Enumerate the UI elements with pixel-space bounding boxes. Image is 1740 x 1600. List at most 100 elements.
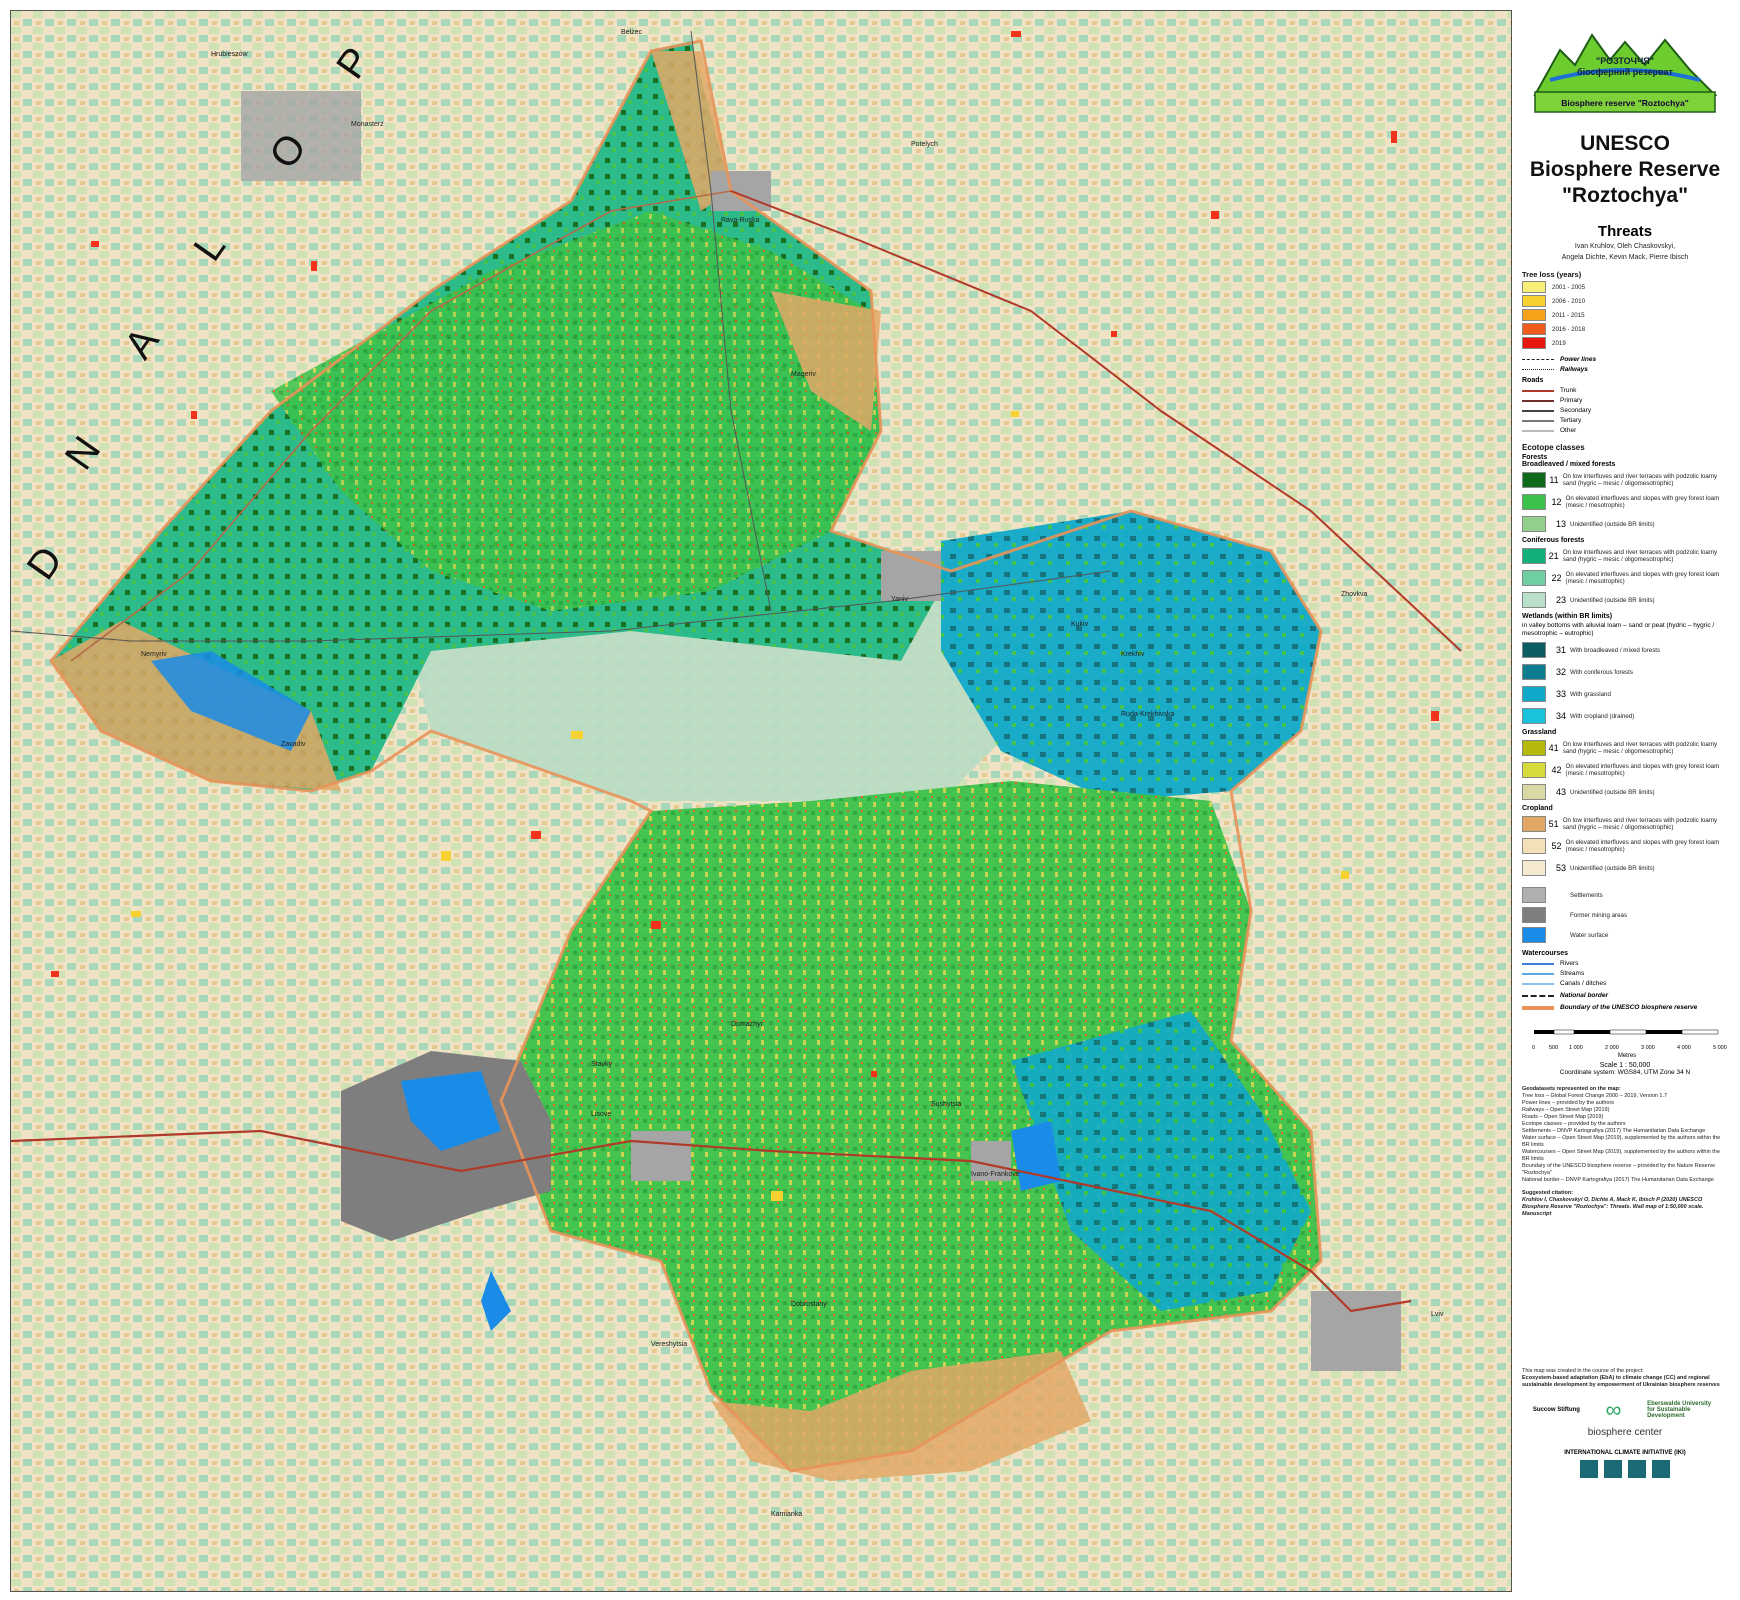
ecotope-row: 43 Unidentified (outside BR limits) <box>1522 782 1732 802</box>
ecotope-swatch <box>1522 686 1546 702</box>
other-class-swatch <box>1522 927 1546 943</box>
place-label: Domazhyr <box>731 1021 763 1028</box>
ecotope-desc: On low interfluves and river terraces wi… <box>1562 473 1718 487</box>
place-label: Potelych <box>911 141 938 148</box>
place-label: Bełżec <box>621 29 643 36</box>
project-name: Ecosystem-based adaptation (EbA) to clim… <box>1522 1375 1720 1388</box>
scale-bar: 0 500 1 000 2 000 3 000 4 000 5 000 Metres <box>1532 1026 1732 1060</box>
tree-loss-row: 2019 <box>1522 337 1732 349</box>
ecotope-code: 41 <box>1548 743 1559 753</box>
road-row: Other <box>1522 426 1732 435</box>
map-title-line1: UNESCO <box>1580 132 1670 155</box>
tree-loss-row: 2006 - 2010 <box>1522 295 1732 307</box>
road-line <box>1522 399 1554 402</box>
authors-line2: Angela Dichte, Kevin Mack, Pierre Ibisch <box>1561 254 1689 261</box>
tree-loss-row: 2011 - 2015 <box>1522 309 1732 321</box>
partner-eberswalde: Eberswalde University for Sustainable De… <box>1647 1401 1712 1419</box>
scale-ticks: 0 500 1 000 2 000 3 000 4 000 5 000 <box>1532 1045 1732 1053</box>
plant-logo-icon <box>1652 1460 1670 1478</box>
infinity-logo-icon: ∞ <box>1605 1397 1622 1422</box>
citation-text: Kruhlov I, Chaskovskyi O, Dichte A, Mack… <box>1522 1197 1704 1217</box>
place-label: Monasterz <box>351 121 384 128</box>
ecotope-swatch <box>1522 494 1546 510</box>
tree-loss-row: 2001 - 2005 <box>1522 281 1732 293</box>
ecotope-code: 22 <box>1551 573 1562 583</box>
place-label: Nemyriv <box>141 651 167 658</box>
ecotope-row: 32 With coniferous forests <box>1522 662 1732 682</box>
national-border-row: National border <box>1522 991 1732 1000</box>
dataset-item: Roads – Open Street Map (2019) <box>1522 1114 1604 1120</box>
coord-system: Coordinate system: WGS84, UTM Zone 34 N <box>1559 1069 1691 1076</box>
place-label: Kukiv <box>1071 621 1089 628</box>
ecotope-desc: With cropland (drained) <box>1570 712 1635 720</box>
ecotope-row: 41 On low interfluves and river terraces … <box>1522 738 1732 758</box>
datasets-block: Geodatasets represented on the map: Tree… <box>1522 1086 1728 1218</box>
logo-line2: біосферний резерват <box>1577 67 1673 77</box>
ecotope-code: 13 <box>1555 519 1566 529</box>
ecotope-code: 21 <box>1548 551 1559 561</box>
watercourse-label: Streams <box>1560 970 1585 977</box>
ecotope-swatch <box>1522 570 1546 586</box>
other-class-label: Water surface <box>1570 931 1609 939</box>
place-label: Sushytsia <box>931 1101 962 1108</box>
ecotope-code: 51 <box>1548 819 1559 829</box>
ecotope-code: 11 <box>1549 475 1559 485</box>
ecotope-swatch <box>1522 708 1546 724</box>
tree-loss-swatch <box>1522 323 1546 335</box>
ecotope-code: 34 <box>1555 711 1566 721</box>
ecotope-row: 22 On elevated interfluves and slopes wit… <box>1522 568 1732 588</box>
ecotope-desc: On low interfluves and river terraces wi… <box>1562 817 1718 831</box>
watercourse-line <box>1522 972 1554 975</box>
ecotope-code: 43 <box>1555 787 1566 797</box>
ecotope-row: 13 Unidentified (outside BR limits) <box>1522 514 1732 534</box>
watercourse-row: Canals / ditches <box>1522 979 1732 988</box>
dataset-item: Tree loss – Global Forest Change 2000 – … <box>1522 1093 1668 1099</box>
ecotope-code: 23 <box>1555 595 1566 605</box>
place-label: Mageriv <box>791 371 816 378</box>
tree-loss-swatch <box>1522 281 1546 293</box>
dataset-item: Boundary of the UNESCO biosphere reserve… <box>1522 1163 1716 1176</box>
ecotope-desc: On elevated interfluves and slopes with … <box>1565 495 1720 509</box>
ecotope-swatch <box>1522 664 1546 680</box>
scale-bar-graphic <box>1534 1029 1719 1035</box>
place-label: Stavky <box>591 1061 613 1068</box>
ecotope-code: 31 <box>1555 645 1566 655</box>
tree-loss-swatch <box>1522 295 1546 307</box>
other-classes-list: Settlements Former mining areas Water surf… <box>1518 886 1732 944</box>
ecotope-swatch <box>1522 838 1546 854</box>
ecotope-desc: On elevated interfluves and slopes with … <box>1565 839 1720 853</box>
ecotope-swatch <box>1522 592 1546 608</box>
ecotope-row: 12 On elevated interfluves and slopes wit… <box>1522 492 1732 512</box>
dataset-item: Ecotope classes – provided by the author… <box>1522 1121 1626 1127</box>
place-label: Rava-Ruska <box>721 217 760 224</box>
ecotope-desc: With grassland <box>1570 690 1611 698</box>
legend-panel: "РОЗТОЧЧЯ" біосферний резерват Biosphere… <box>1518 10 1732 1590</box>
watercourses-title: Watercourses <box>1522 950 1569 957</box>
partner-logos: Succow Stiftung ∞ Eberswalde University … <box>1518 1397 1732 1423</box>
forest-logo-icon <box>1604 1460 1622 1478</box>
dataset-item: Settlements – DNVP Kartografiya (2017) T… <box>1522 1128 1706 1134</box>
other-class-row: Former mining areas <box>1522 906 1732 924</box>
map-title-line3: "Roztochya" <box>1561 184 1689 207</box>
scale-tick-label: 1 000 <box>1569 1045 1583 1051</box>
ecotope-row: 33 With grassland <box>1522 684 1732 704</box>
ecotope-swatch <box>1522 816 1546 832</box>
ecotope-desc: Unidentified (outside BR limits) <box>1570 520 1655 528</box>
coniferous-title: Coniferous forests <box>1522 537 1585 544</box>
railways-row: Railways <box>1522 365 1732 374</box>
tree-loss-list: 2001 - 2005 2006 - 2010 2011 - 2015 2016 - … <box>1518 281 1732 349</box>
ecotope-desc: With coniferous forests <box>1570 668 1633 676</box>
ecotope-desc: On low interfluves and river terraces wi… <box>1562 741 1718 755</box>
broadleaved-list: 11 On low interfluves and river terraces … <box>1518 470 1732 534</box>
tree-loss-label: 2019 <box>1552 339 1566 347</box>
scale-tick-label: 3 000 <box>1641 1045 1655 1051</box>
ecotope-code: 42 <box>1551 765 1562 775</box>
map-canvas[interactable]: P O L A N D Hrubieszów Monasterz Bełżec … <box>10 10 1512 1592</box>
wetlands-list: 31 With broadleaved / mixed forests 32 With… <box>1518 640 1732 726</box>
wave-logo-icon <box>1580 1460 1598 1478</box>
tree-loss-label: 2006 - 2010 <box>1552 297 1586 305</box>
ecotope-swatch <box>1522 860 1546 876</box>
ecotope-desc: With broadleaved / mixed forests <box>1570 646 1661 654</box>
tree-loss-row: 2016 - 2018 <box>1522 323 1732 335</box>
place-label: Ruda-Krekhivska <box>1121 711 1175 718</box>
